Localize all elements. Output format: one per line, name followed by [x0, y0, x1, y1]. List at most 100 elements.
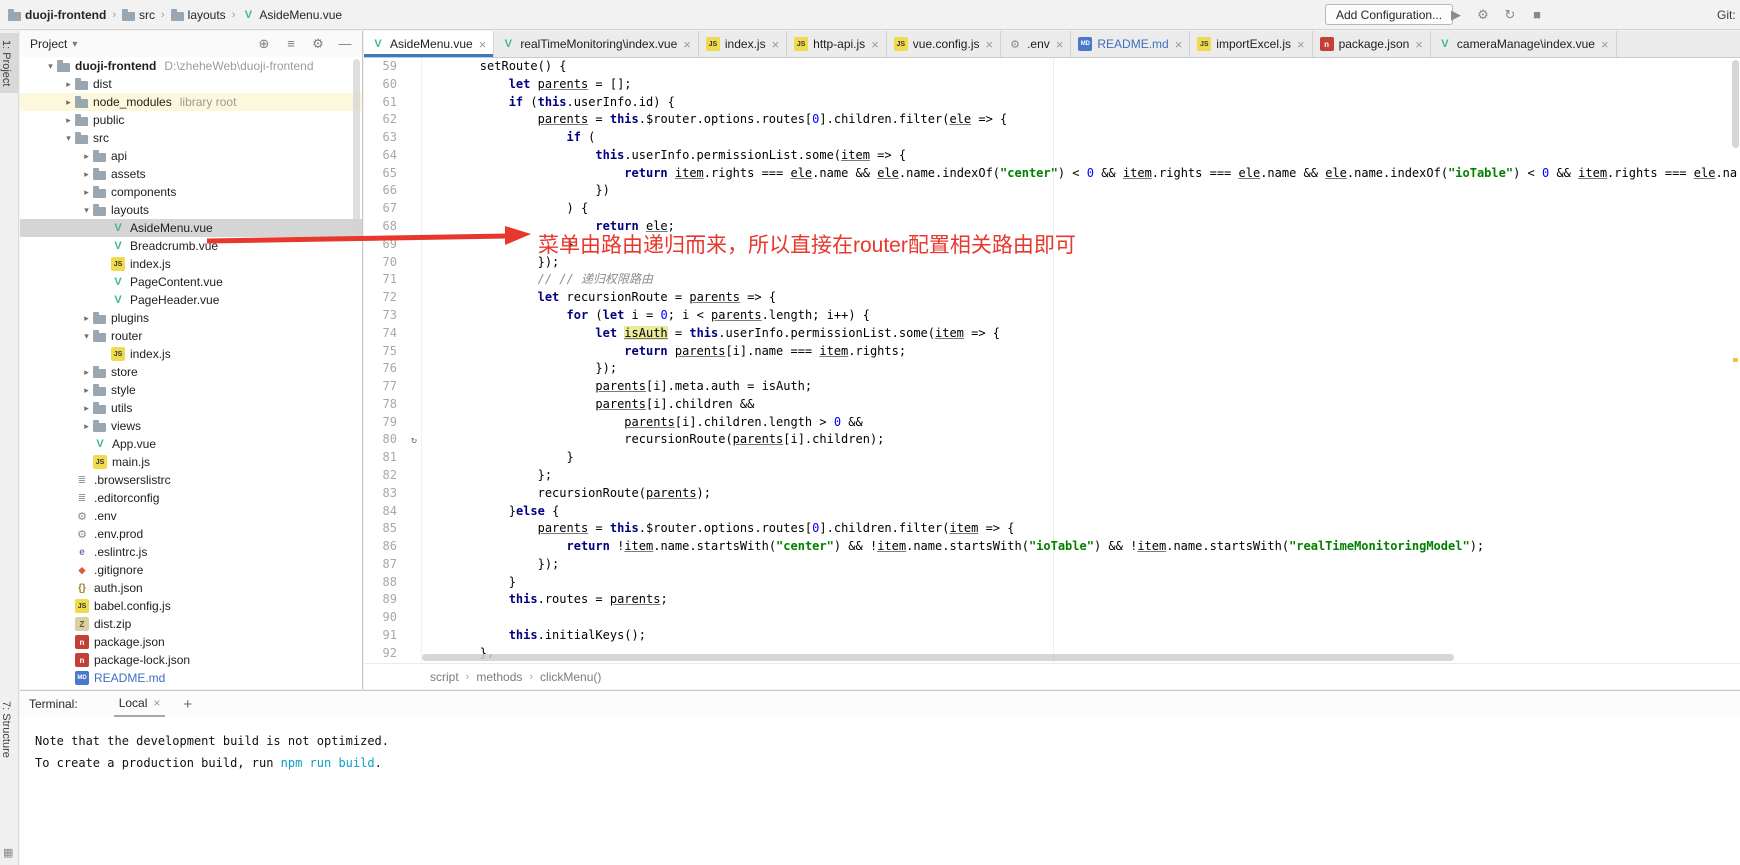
tab-index.js[interactable]: JSindex.js× [699, 31, 787, 57]
gutter-line-number[interactable]: 65 [364, 165, 422, 183]
tree-item-store[interactable]: ▸store [20, 363, 362, 381]
gutter-line-number[interactable]: 73 [364, 307, 422, 325]
gutter-line-number[interactable]: 64 [364, 147, 422, 165]
run-icon[interactable]: ▶ [1447, 7, 1465, 23]
gutter-line-number[interactable]: 79 [364, 414, 422, 432]
tree-item-.env.prod[interactable]: ⚙.env.prod [20, 525, 362, 543]
title-breadcrumb-item-src[interactable]: src [122, 8, 155, 22]
tree-item-index.js[interactable]: JSindex.js [20, 345, 362, 363]
chevron-down-icon[interactable]: ▾ [44, 61, 57, 72]
tab-cameramanage-index.vue[interactable]: VcameraManage\index.vue× [1431, 31, 1617, 57]
tool-button-structure[interactable]: 7: Structure [0, 694, 19, 765]
tree-item-dist[interactable]: ▸dist [20, 75, 362, 93]
hide-panel-icon[interactable]: — [336, 36, 354, 52]
gutter-line-number[interactable]: 91 [364, 627, 422, 645]
tab-realtimemonitoring-index.vue[interactable]: VrealTimeMonitoring\index.vue× [494, 31, 699, 57]
tree-item-.editorconfig[interactable]: ≣.editorconfig [20, 489, 362, 507]
tree-item-views[interactable]: ▸views [20, 417, 362, 435]
gutter-line-number[interactable]: 61 [364, 94, 422, 112]
tree-item-package.json[interactable]: npackage.json [20, 633, 362, 651]
gutter-line-number[interactable]: 62 [364, 111, 422, 129]
gutter-line-number[interactable]: 85 [364, 520, 422, 538]
chevron-down-icon[interactable]: ▾ [80, 205, 93, 216]
git-branch-label[interactable]: Git: [1717, 8, 1736, 22]
gutter-line-number[interactable]: 74 [364, 325, 422, 343]
gutter-line-number[interactable]: 88 [364, 574, 422, 592]
breadcrumb-item-methods[interactable]: methods [476, 670, 522, 684]
tab-readme.md[interactable]: MDREADME.md× [1071, 31, 1190, 57]
terminal-tab-local[interactable]: Local × [114, 691, 166, 717]
tree-item-plugins[interactable]: ▸plugins [20, 309, 362, 327]
gutter-line-number[interactable]: 71 [364, 271, 422, 289]
chevron-right-icon[interactable]: ▸ [80, 187, 93, 198]
tree-item-style[interactable]: ▸style [20, 381, 362, 399]
breadcrumb-item-script[interactable]: script [430, 670, 459, 684]
chevron-right-icon[interactable]: ▸ [80, 313, 93, 324]
tab-vue.config.js[interactable]: JSvue.config.js× [887, 31, 1001, 57]
chevron-right-icon[interactable]: ▸ [80, 367, 93, 378]
quick-access-icon[interactable]: ▦ [3, 846, 13, 859]
close-icon[interactable]: × [1056, 37, 1064, 52]
gutter-line-number[interactable]: 80↻ [364, 431, 422, 449]
chevron-right-icon[interactable]: ▸ [62, 115, 75, 126]
tree-item-components[interactable]: ▸components [20, 183, 362, 201]
gutter-line-number[interactable]: 82 [364, 467, 422, 485]
chevron-down-icon[interactable]: ▾ [62, 133, 75, 144]
gutter-line-number[interactable]: 92 [364, 645, 422, 663]
chevron-right-icon[interactable]: ▸ [80, 169, 93, 180]
gutter-line-number[interactable]: 90 [364, 609, 422, 627]
chevron-right-icon[interactable]: ▸ [62, 97, 75, 108]
gutter-line-number[interactable]: 75 [364, 343, 422, 361]
gutter-line-number[interactable]: 77 [364, 378, 422, 396]
tab-package.json[interactable]: npackage.json× [1313, 31, 1431, 57]
gutter-line-number[interactable]: 83 [364, 485, 422, 503]
tab-http-api.js[interactable]: JShttp-api.js× [787, 31, 887, 57]
tool-button-project[interactable]: 1: Project [0, 33, 19, 93]
tree-item-utils[interactable]: ▸utils [20, 399, 362, 417]
close-icon[interactable]: × [772, 37, 780, 52]
breadcrumb-item-clickmenu-[interactable]: clickMenu() [540, 670, 601, 684]
gutter-line-number[interactable]: 67 [364, 200, 422, 218]
gutter-line-number[interactable]: 78 [364, 396, 422, 414]
tree-item-app.vue[interactable]: VApp.vue [20, 435, 362, 453]
tree-item-.eslintrc.js[interactable]: e.eslintrc.js [20, 543, 362, 561]
tree-item-node-modules[interactable]: ▸node_moduleslibrary root [20, 93, 362, 111]
view-options-icon[interactable]: ≡ [282, 36, 300, 52]
title-breadcrumb-item-layouts[interactable]: layouts [171, 8, 226, 22]
tree-item-breadcrumb.vue[interactable]: VBreadcrumb.vue [20, 237, 362, 255]
tree-item-readme.md[interactable]: MDREADME.md [20, 669, 362, 687]
tree-item-main.js[interactable]: JSmain.js [20, 453, 362, 471]
add-configuration-button[interactable]: Add Configuration... [1325, 4, 1453, 25]
close-icon[interactable]: × [1175, 37, 1183, 52]
gear-icon[interactable]: ⚙ [309, 36, 327, 52]
tree-item-assets[interactable]: ▸assets [20, 165, 362, 183]
tab-importexcel.js[interactable]: JSimportExcel.js× [1190, 31, 1312, 57]
close-icon[interactable]: × [479, 37, 487, 52]
gutter-line-number[interactable]: 60 [364, 76, 422, 94]
horizontal-scrollbar[interactable] [422, 654, 1728, 661]
gutter-line-number[interactable]: 81 [364, 449, 422, 467]
close-icon[interactable]: × [153, 696, 160, 710]
project-tree-scrollbar[interactable] [353, 59, 360, 235]
gutter-line-number[interactable]: 63 [364, 129, 422, 147]
tree-item-dist.zip[interactable]: Zdist.zip [20, 615, 362, 633]
gutter-line-number[interactable]: 87 [364, 556, 422, 574]
gutter-line-number[interactable]: 72 [364, 289, 422, 307]
chevron-right-icon[interactable]: ▸ [80, 421, 93, 432]
title-breadcrumb-item-asidemenu.vue[interactable]: VAsideMenu.vue [241, 8, 342, 22]
tree-item-babel.config.js[interactable]: JSbabel.config.js [20, 597, 362, 615]
gutter-line-number[interactable]: 70 [364, 254, 422, 272]
chevron-right-icon[interactable]: ▸ [62, 79, 75, 90]
gutter-line-number[interactable]: 69 [364, 236, 422, 254]
close-icon[interactable]: × [871, 37, 879, 52]
scrollbar-thumb[interactable] [1732, 60, 1739, 148]
gutter-line-number[interactable]: 89 [364, 591, 422, 609]
settings-icon[interactable]: ⚙ [1474, 7, 1492, 23]
tree-item-package-lock.json[interactable]: npackage-lock.json [20, 651, 362, 669]
chevron-right-icon[interactable]: ▸ [80, 403, 93, 414]
tree-item-duoji-frontend[interactable]: ▾duoji-frontendD:\zheheWeb\duoji-fronten… [20, 57, 362, 75]
vertical-scrollbar[interactable] [1732, 60, 1739, 651]
scrollbar-thumb[interactable] [422, 654, 1454, 661]
locate-icon[interactable]: ⊕ [255, 36, 273, 52]
close-icon[interactable]: × [1415, 37, 1423, 52]
